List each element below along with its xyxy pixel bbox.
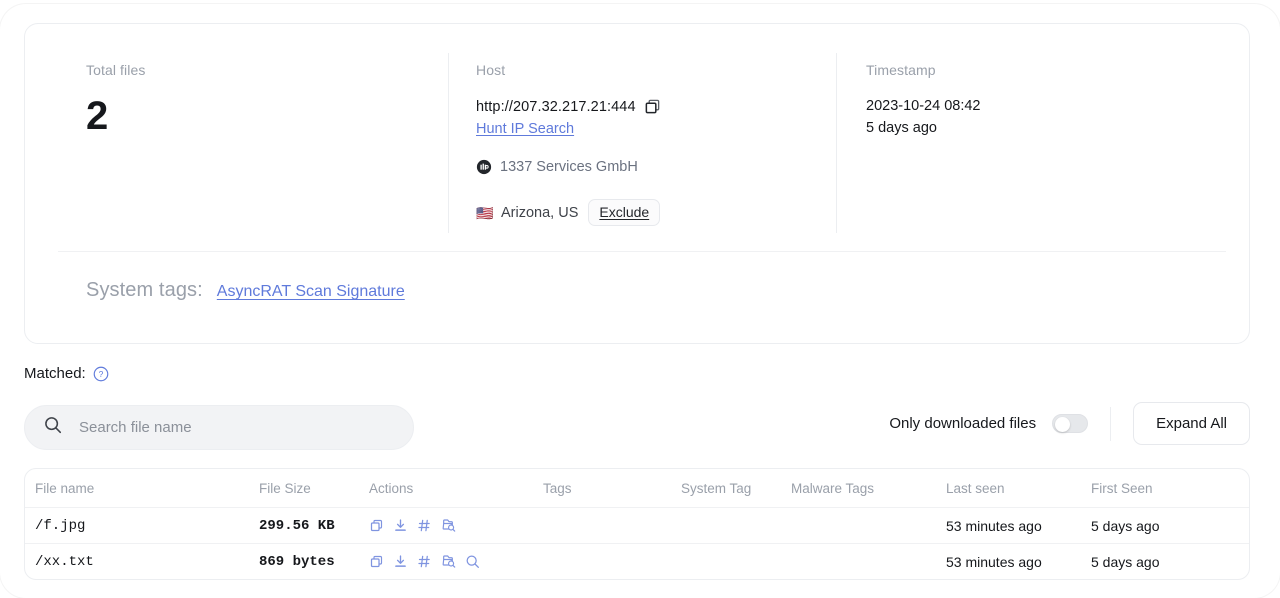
hash-icon[interactable] — [417, 554, 432, 569]
column-divider — [836, 53, 837, 233]
summary-card: Total files 2 Host http://207.32.217.21:… — [24, 23, 1250, 344]
copy-icon[interactable] — [369, 518, 384, 533]
flag-icon: 🇺🇸 — [476, 204, 494, 221]
copy-icon[interactable] — [369, 554, 384, 569]
file-search-icon[interactable] — [441, 518, 456, 533]
svg-text:?: ? — [98, 369, 103, 379]
cell-file-name: /f.jpg — [35, 517, 86, 534]
host-url-row: http://207.32.217.21:444 — [476, 98, 816, 115]
total-files-label: Total files — [86, 62, 146, 78]
table-row[interactable]: /xx.txt 869 bytes 53 minutes ago 5 days … — [25, 543, 1249, 579]
host-url: http://207.32.217.21:444 — [476, 98, 636, 115]
timestamp-absolute: 2023-10-24 08:42 — [866, 98, 981, 114]
help-circle-icon[interactable]: ? — [93, 366, 109, 382]
matched-label: Matched: — [24, 365, 86, 382]
total-files-column: Total files 2 — [86, 62, 145, 136]
search-box[interactable] — [24, 405, 414, 450]
download-icon[interactable] — [393, 518, 408, 533]
download-icon[interactable] — [393, 554, 408, 569]
asn-name: 1337 Services GmbH — [500, 159, 638, 175]
table-header-row: File name File Size Actions Tags System … — [25, 469, 1249, 507]
exclude-button[interactable]: Exclude — [588, 199, 661, 226]
expand-all-button[interactable]: Expand All — [1133, 402, 1250, 445]
matched-row: Matched: ? — [24, 365, 109, 382]
column-header-last-seen: Last seen — [946, 480, 1005, 496]
cell-first-seen: 5 days ago — [1091, 553, 1160, 570]
cell-file-name: /xx.txt — [35, 553, 94, 570]
section-divider — [58, 251, 1226, 252]
system-tag-link[interactable]: AsyncRAT Scan Signature — [217, 283, 405, 301]
geo-row: 🇺🇸 Arizona, US Exclude — [476, 199, 816, 226]
copy-icon[interactable] — [644, 98, 661, 115]
host-column: Host http://207.32.217.21:444 Hunt IP Se… — [476, 62, 816, 226]
cell-actions — [369, 518, 543, 533]
toggle-knob — [1055, 417, 1071, 432]
system-tags-row: System tags: AsyncRAT Scan Signature — [86, 279, 405, 302]
hash-icon[interactable] — [417, 518, 432, 533]
table-toolbar: Only downloaded files Expand All — [889, 402, 1250, 445]
host-label: Host — [476, 62, 506, 78]
page-container: Total files 2 Host http://207.32.217.21:… — [0, 4, 1280, 598]
files-table: File name File Size Actions Tags System … — [24, 468, 1250, 580]
file-search-icon[interactable] — [441, 554, 456, 569]
toolbar-divider — [1110, 406, 1112, 441]
geo-location: Arizona, US — [501, 204, 579, 221]
column-header-actions: Actions — [369, 480, 414, 496]
column-header-malware-tags: Malware Tags — [791, 480, 875, 496]
column-header-system-tag: System Tag — [681, 480, 752, 496]
column-header-file-name: File name — [35, 480, 95, 496]
only-downloaded-files-toggle[interactable] — [1052, 414, 1089, 433]
table-row[interactable]: /f.jpg 299.56 KB 53 minutes ago 5 days a… — [25, 507, 1249, 543]
timestamp-label: Timestamp — [866, 62, 936, 78]
search-icon[interactable] — [465, 554, 480, 569]
cell-actions — [369, 554, 543, 569]
cell-file-size: 299.56 KB — [259, 517, 335, 534]
hunt-ip-search-link[interactable]: Hunt IP Search — [476, 121, 574, 137]
cell-last-seen: 53 minutes ago — [946, 517, 1042, 534]
column-header-file-size: File Size — [259, 480, 311, 496]
total-files-value: 2 — [86, 94, 108, 138]
system-tags-label: System tags: — [86, 279, 203, 301]
timestamp-relative: 5 days ago — [866, 120, 937, 136]
search-input[interactable] — [77, 418, 377, 437]
timestamp-column: Timestamp 2023-10-24 08:42 5 days ago — [866, 62, 981, 136]
column-header-tags: Tags — [543, 480, 572, 496]
asn-icon — [476, 159, 492, 175]
search-icon — [43, 415, 63, 440]
asn-row: 1337 Services GmbH — [476, 159, 816, 175]
cell-last-seen: 53 minutes ago — [946, 553, 1042, 570]
only-downloaded-files-label: Only downloaded files — [889, 415, 1037, 432]
column-header-first-seen: First Seen — [1091, 480, 1153, 496]
cell-file-size: 869 bytes — [259, 553, 335, 570]
column-divider — [448, 53, 449, 233]
cell-first-seen: 5 days ago — [1091, 517, 1160, 534]
